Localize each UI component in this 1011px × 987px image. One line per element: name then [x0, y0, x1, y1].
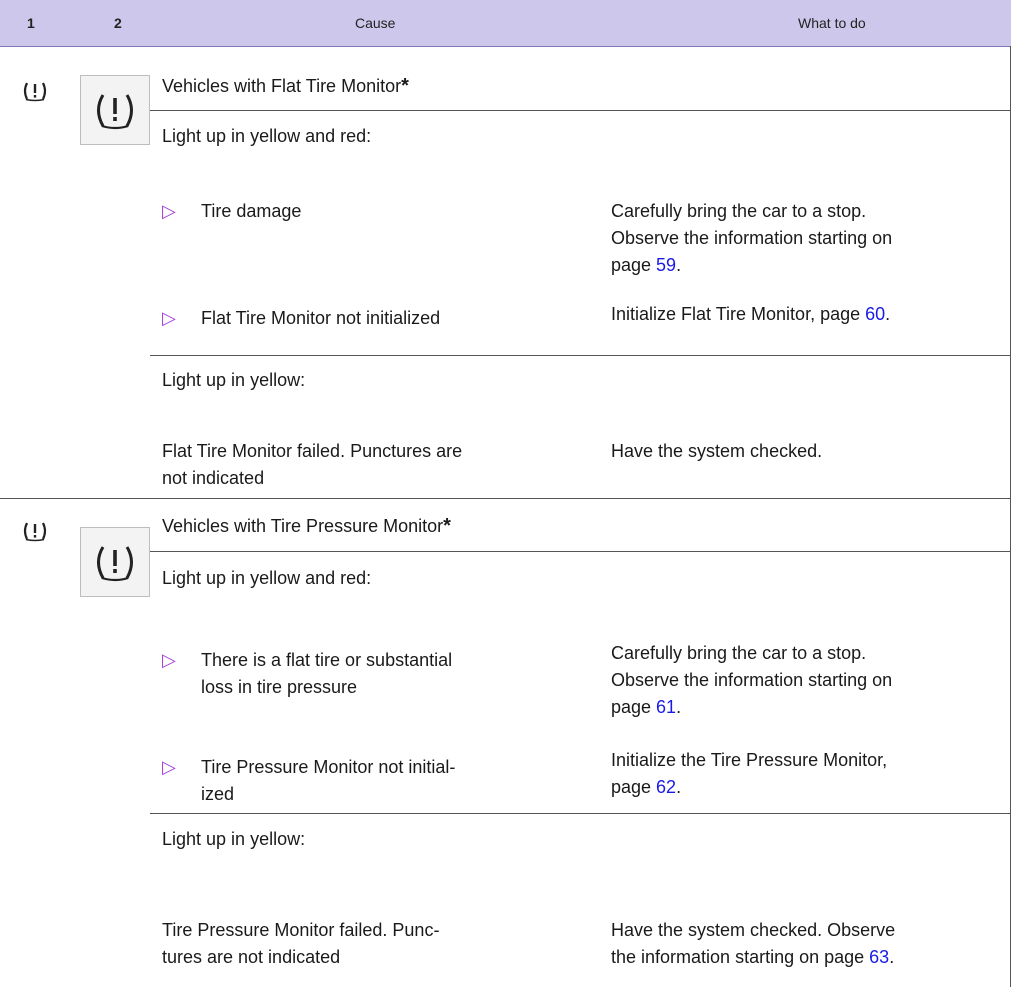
bullet-triangle-icon: ▷: [162, 757, 176, 777]
group-heading: Light up in yellow:: [162, 370, 306, 390]
tire-pressure-warning-icon: [21, 520, 49, 542]
page-link[interactable]: 62: [656, 777, 676, 797]
cause-text: Flat Tire Monitor not initialized: [201, 308, 441, 328]
cause-text: Tire Pressure Monitor not initial- ized: [201, 757, 456, 804]
action-text: Carefully bring the car to a stop. Obser…: [611, 201, 893, 275]
divider: [150, 813, 1010, 814]
divider: [150, 355, 1010, 356]
group-heading: Light up in yellow and red:: [162, 126, 372, 146]
action-text: Have the system checked. Observe the inf…: [611, 920, 896, 967]
tire-pressure-warning-icon-large: [80, 527, 150, 597]
tire-pressure-warning-icon: [21, 80, 49, 102]
header-col-2: 2: [114, 15, 122, 31]
bullet-triangle-icon: ▷: [162, 650, 176, 670]
header-col-1: 1: [27, 15, 35, 31]
page-link[interactable]: 60: [865, 304, 885, 324]
section-title: Vehicles with Tire Pressure Monitor*: [162, 515, 451, 537]
header-cause: Cause: [355, 15, 396, 31]
header-what-to-do: What to do: [798, 15, 866, 31]
bullet-triangle-icon: ▷: [162, 308, 176, 328]
bullet-triangle-icon: ▷: [162, 201, 176, 221]
cause-text: Tire damage: [201, 201, 302, 221]
table-header: 1 2 Cause What to do: [0, 0, 1011, 47]
cause-text: There is a flat tire or substantial loss…: [201, 650, 453, 697]
action-text: Carefully bring the car to a stop. Obser…: [611, 643, 893, 717]
divider: [150, 551, 1010, 552]
action-text: Have the system checked.: [611, 441, 823, 461]
page-link[interactable]: 63: [869, 947, 889, 967]
tire-pressure-warning-icon-large: [80, 75, 150, 145]
action-text: Initialize the Tire Pressure Monitor, pa…: [611, 750, 888, 797]
divider: [150, 110, 1010, 111]
section-title: Vehicles with Flat Tire Monitor*: [162, 75, 409, 97]
cause-text: Flat Tire Monitor failed. Punctures are …: [162, 441, 463, 488]
group-heading: Light up in yellow and red:: [162, 568, 372, 588]
page-link[interactable]: 59: [656, 255, 676, 275]
page-link[interactable]: 61: [656, 697, 676, 717]
action-text: Initialize Flat Tire Monitor, page 60.: [611, 304, 891, 324]
group-heading: Light up in yellow:: [162, 829, 306, 849]
section-divider: [0, 498, 1011, 499]
cause-text: Tire Pressure Monitor failed. Punc- ture…: [162, 920, 440, 967]
